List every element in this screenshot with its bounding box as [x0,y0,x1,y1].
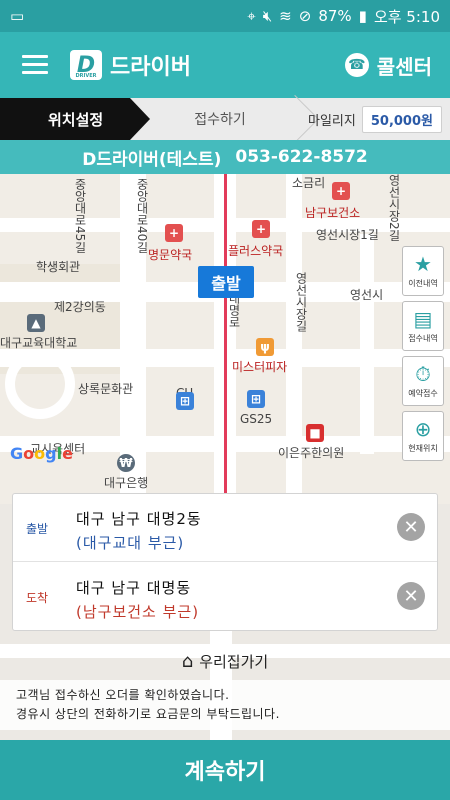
history-button[interactable]: ★ 이전내역 [402,246,444,296]
notice-message: 고객님 접수하신 오더를 확인하였습니다. 경유시 상단의 전화하기로 요금문의… [0,680,450,730]
home-icon: ⌂ [181,650,194,672]
map-label: 대구은행 [104,476,149,490]
mileage: 마일리지 50,000원 [308,106,442,133]
arrival-landmark: (남구보건소 부근) [76,603,200,621]
driver-phone[interactable]: 053-622-8572 [235,147,367,167]
address-card: 출발 대구 남구 대명2동 (대구교대 부근) ✕ 도착 대구 남구 대명동 (… [12,493,438,631]
go-home-label: 우리집가기 [199,652,269,671]
departure-address: 대구 남구 대명2동 [76,510,202,528]
clinic-icon: ■ [306,424,324,442]
map-label: 대구교육대학교 [0,336,78,350]
map-label: 중앙대로40길 [135,178,149,254]
app-bar: D DRIVER 드라이버 ☎ 콜센터 [0,32,450,98]
message-icon: ▭ [10,7,25,25]
map-label: GS25 [240,412,273,426]
store-icon: ⊞ [247,390,265,408]
departure-tag: 출발 [26,522,49,536]
close-icon: ✕ [403,585,419,607]
clear-arrival-button[interactable]: ✕ [397,582,425,610]
reservation-button[interactable]: ⏱ 예약접수 [402,356,444,406]
map-label: 남구보건소 [305,206,361,220]
continue-button[interactable]: 계속하기 [0,740,450,800]
battery-icon: ▮ [358,7,367,25]
stopwatch-icon: ⏱ [415,362,431,386]
step-location-setting[interactable]: 위치설정 [0,98,150,140]
mute-icon: 🔇︎ [262,7,273,25]
arrival-address: 대구 남구 대명동 [76,579,192,597]
pharmacy-icon: + [165,224,183,242]
bank-icon: ₩ [117,454,135,472]
battery-percent: 87% [318,7,352,25]
map-label: 학생회관 [36,260,81,274]
menu-icon[interactable] [22,55,48,75]
map-label: 제2강의동 [54,300,106,314]
arrival-row[interactable]: 도착 대구 남구 대명동 (남구보건소 부근) ✕ [13,563,437,631]
map-label: 명문약국 [148,248,193,262]
close-icon: ✕ [403,516,419,538]
map-label: 영선시장1길 [316,228,379,242]
driver-info-bar: D드라이버(테스트) 053-622-8572 [0,140,450,174]
status-bar: ▭ ⌖ 🔇︎ ≋ ⊘ 87% ▮ 오후 5:10 [0,0,450,32]
departure-landmark: (대구교대 부근) [76,534,185,552]
school-icon: ▲ [27,314,45,332]
map-label: 플러스약국 [228,244,284,258]
map-side-buttons: ★ 이전내역 ▤ 접수내역 ⏱ 예약접수 ⊕ 현재위치 [402,246,444,461]
departure-marker[interactable]: 출발 [198,266,254,298]
arrival-tag: 도착 [26,591,49,605]
star-icon: ★ [414,252,432,276]
map-label: 소금리 [292,176,326,190]
orders-button[interactable]: ▤ 접수내역 [402,301,444,351]
hospital-icon: + [332,182,350,200]
map-label: 영선시장길 [294,272,308,332]
clear-departure-button[interactable]: ✕ [397,513,425,541]
map-label: 영선시 [350,288,384,302]
clock: 오후 5:10 [373,7,440,26]
phone-icon: ☎ [344,53,369,77]
notice-line-1: 고객님 접수하신 오더를 확인하였습니다. [16,688,230,702]
app-logo: D DRIVER 드라이버 [70,49,191,81]
step-bar: 위치설정 접수하기 마일리지 50,000원 [0,94,450,144]
departure-row[interactable]: 출발 대구 남구 대명2동 (대구교대 부근) ✕ [13,494,437,562]
logo-badge: D DRIVER [70,50,102,80]
pharmacy-icon: + [252,220,270,238]
wifi-icon: ≋ [279,7,292,25]
no-signal-icon: ⊘ [298,7,312,25]
current-location-button[interactable]: ⊕ 현재위치 [402,411,444,461]
crosshair-icon: ⊕ [414,417,432,441]
app-title: 드라이버 [110,55,191,80]
location-icon: ⌖ [247,7,256,25]
call-center-button[interactable]: ☎ 콜센터 [344,51,432,80]
google-logo: Google [10,444,73,463]
map-label: 중앙대로45길 [73,178,87,254]
map-label: 영선시장2길 [387,174,401,242]
map-label: 이은주한의원 [278,446,345,460]
map-label: 미스터피자 [232,360,288,374]
mileage-label: 마일리지 [308,114,356,129]
store-icon: ⊞ [176,392,194,410]
driver-name: D드라이버(테스트) [82,149,222,170]
call-center-label: 콜센터 [376,54,432,79]
step-register[interactable]: 접수하기 [150,98,290,140]
restaurant-icon: ψ [256,338,274,356]
clipboard-icon: ▤ [413,307,433,331]
mileage-value: 50,000원 [361,106,442,133]
map-label: 상록문화관 [78,382,134,396]
go-home-link[interactable]: ⌂ 우리집가기 [0,648,450,674]
notice-line-2: 경유시 상단의 전화하기로 요금문의 부탁드립니다. [16,707,280,721]
